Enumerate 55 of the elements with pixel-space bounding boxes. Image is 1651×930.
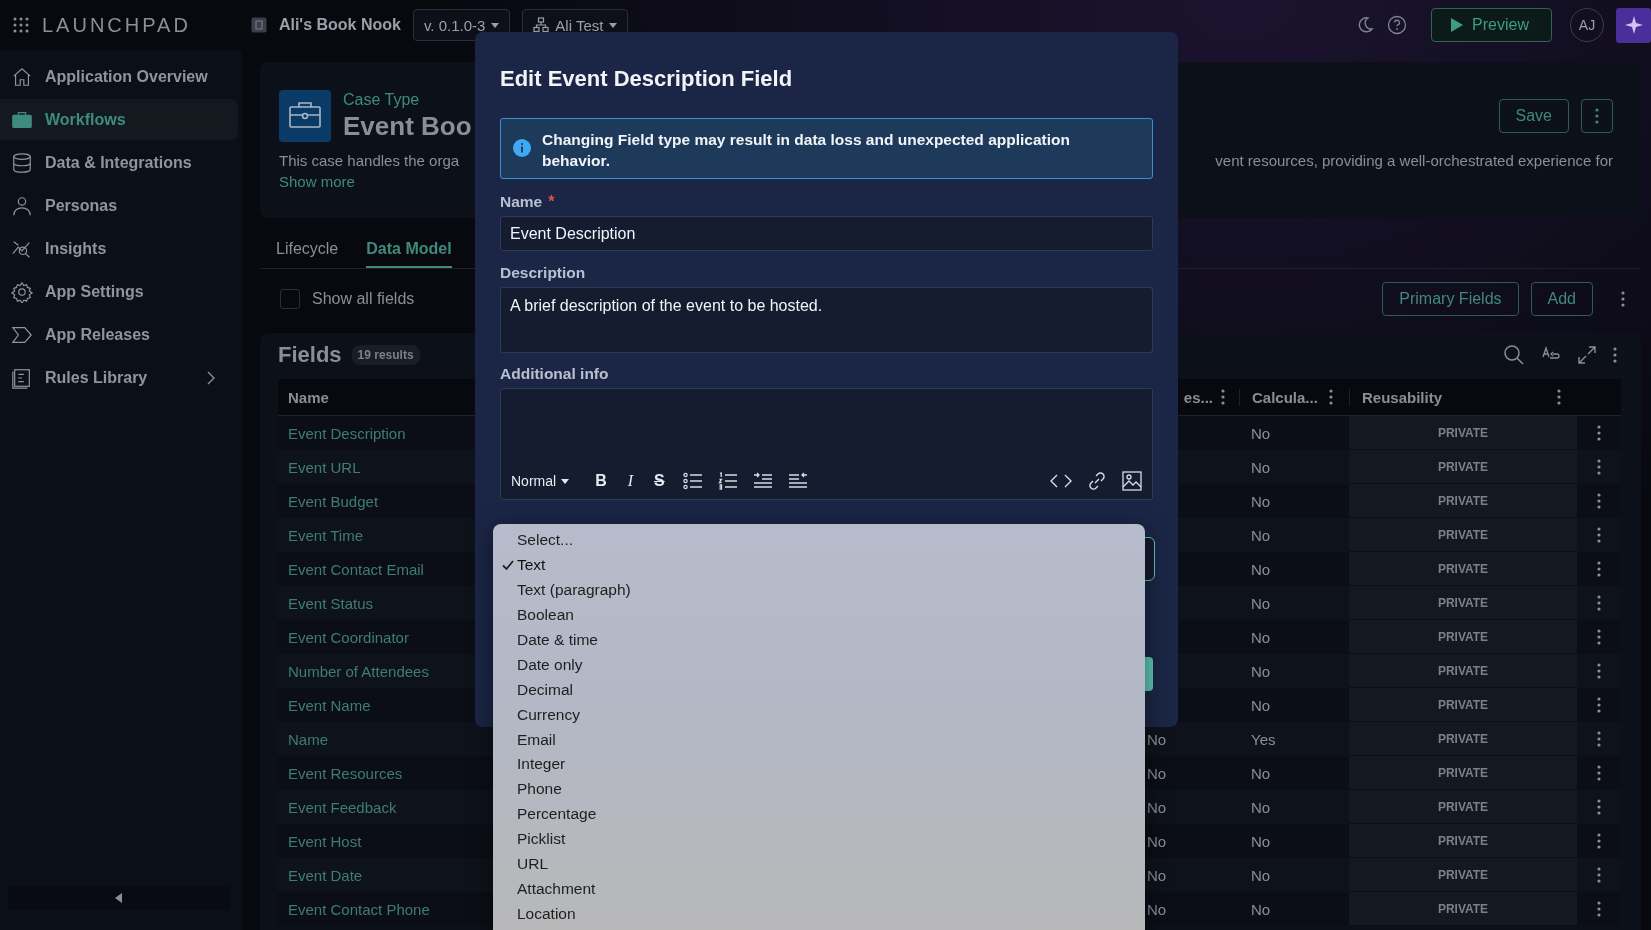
field-label: Name xyxy=(500,193,543,211)
column-header: Name xyxy=(287,388,330,406)
results-count: 19 results xyxy=(351,345,420,365)
table-cell: No xyxy=(1147,730,1167,748)
table-cell: No xyxy=(1147,798,1167,816)
table-cell: No xyxy=(1251,764,1271,782)
table-cell: No xyxy=(1251,424,1271,442)
alert-message: Changing Field type may result in data loss and unexpected application behavior. xyxy=(542,130,1071,171)
reusability-cell: PRIVATE xyxy=(1349,722,1577,756)
table-cell: No xyxy=(1251,866,1271,884)
reusability-cell: PRIVATE xyxy=(1349,416,1577,450)
column-header: es... xyxy=(1183,388,1213,406)
reusability-cell: PRIVATE xyxy=(1349,654,1577,688)
field-label: Description xyxy=(500,264,587,282)
table-cell: No xyxy=(1251,492,1271,510)
reusability-cell: PRIVATE xyxy=(1349,552,1577,586)
table-cell: No xyxy=(1147,866,1167,884)
checkbox-label: Show all fields xyxy=(312,290,415,308)
table-cell: No xyxy=(1251,594,1271,612)
table-cell: No xyxy=(1251,696,1271,714)
reusability-cell: PRIVATE xyxy=(1349,484,1577,518)
table-cell: No xyxy=(1251,832,1271,850)
fields-title: Fields xyxy=(278,342,342,368)
table-cell: No xyxy=(1251,628,1271,646)
reusability-cell: PRIVATE xyxy=(1349,858,1577,892)
reusability-cell: PRIVATE xyxy=(1349,518,1577,552)
table-cell: No xyxy=(1251,662,1271,680)
case-title: Event Boo xyxy=(343,110,472,142)
table-cell: No xyxy=(1251,560,1271,578)
table-cell: No xyxy=(1251,458,1271,476)
table-cell: No xyxy=(1251,526,1271,544)
dialog-title: Edit Event Description Field xyxy=(500,66,794,92)
table-cell: No xyxy=(1147,832,1167,850)
app-name: Ali's Book Nook xyxy=(278,16,401,34)
table-cell: No xyxy=(1251,900,1271,918)
reusability-cell: PRIVATE xyxy=(1349,824,1577,858)
table-cell: No xyxy=(1147,900,1167,918)
table-cell: No xyxy=(1251,798,1271,816)
field-label: Additional info xyxy=(500,365,610,383)
reusability-cell: PRIVATE xyxy=(1349,620,1577,654)
app-logo: LAUNCHPAD xyxy=(42,13,191,37)
table-cell: Yes xyxy=(1251,730,1276,748)
column-header: Calcula... xyxy=(1252,388,1318,406)
reusability-cell: PRIVATE xyxy=(1349,790,1577,824)
reusability-cell: PRIVATE xyxy=(1349,892,1577,926)
reusability-cell: PRIVATE xyxy=(1349,450,1577,484)
required-mark: * xyxy=(548,193,555,212)
reusability-cell: PRIVATE xyxy=(1349,688,1577,722)
case-description: vent resources, providing a well-orchestrated experience for xyxy=(1215,152,1613,169)
case-type-label: Case Type xyxy=(343,90,421,109)
column-header: Reusability xyxy=(1362,388,1443,406)
reusability-cell: PRIVATE xyxy=(1349,756,1577,790)
table-cell: No xyxy=(1147,764,1167,782)
case-description: This case handles the orga xyxy=(279,152,460,169)
reusability-cell: PRIVATE xyxy=(1349,586,1577,620)
